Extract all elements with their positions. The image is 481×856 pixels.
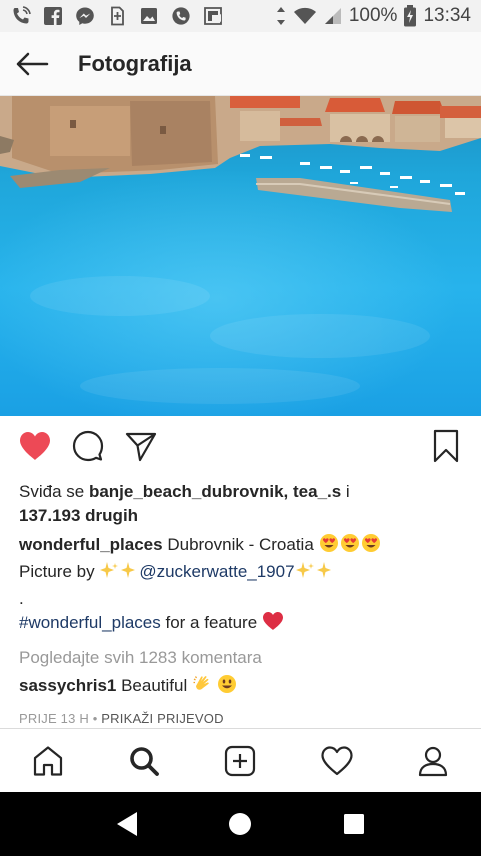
vibrate-icon xyxy=(275,6,287,26)
comment-button[interactable] xyxy=(70,428,106,464)
post-author[interactable]: wonderful_places xyxy=(19,535,163,554)
bottom-nav xyxy=(0,728,481,792)
battery-icon xyxy=(403,5,417,27)
time-ago: PRIJE 13 H xyxy=(19,711,89,726)
likes-count[interactable]: 137.193 drugih xyxy=(19,506,138,525)
heart-filled-icon xyxy=(20,432,50,460)
add-post-icon xyxy=(225,745,256,776)
post-content: Sviđa se banje_beach_dubrovnik, tea_.s i… xyxy=(19,478,464,731)
app-bar: Fotografija xyxy=(0,32,481,96)
image-icon xyxy=(138,5,160,27)
arrow-back-icon xyxy=(16,52,49,75)
clap-emoji xyxy=(192,674,212,701)
comment-user[interactable]: sassychris1 xyxy=(19,676,116,695)
system-back-button[interactable] xyxy=(107,804,147,844)
share-button[interactable] xyxy=(123,428,159,464)
home-icon xyxy=(33,745,63,776)
comment-icon xyxy=(72,430,104,462)
system-recents-button[interactable] xyxy=(334,804,374,844)
whatsapp-icon xyxy=(170,5,192,27)
battery-percent: 100% xyxy=(348,5,398,26)
facebook-icon xyxy=(42,5,64,27)
signal-icon xyxy=(323,6,343,26)
messenger-icon xyxy=(74,5,96,27)
post-photo[interactable] xyxy=(0,96,481,416)
bookmark-icon xyxy=(433,429,459,463)
caption-dot: . xyxy=(19,589,24,608)
nav-profile[interactable] xyxy=(409,737,457,785)
heart-outline-icon xyxy=(321,745,353,775)
send-icon xyxy=(125,432,157,462)
hashtag-link[interactable]: #wonderful_places xyxy=(19,613,161,632)
translate-link[interactable]: PRIKAŽI PRIJEVOD xyxy=(101,711,223,726)
heart-eyes-emoji xyxy=(319,533,381,560)
smile-emoji xyxy=(217,674,237,701)
circle-home-icon xyxy=(229,813,252,835)
red-heart-emoji xyxy=(262,611,284,638)
sim-icon xyxy=(106,5,128,27)
likes-line: Sviđa se banje_beach_dubrovnik, tea_.s i xyxy=(19,482,350,501)
like-button[interactable] xyxy=(17,428,53,464)
sparkles-emoji xyxy=(295,560,335,587)
back-button[interactable] xyxy=(0,32,64,96)
system-nav-bar xyxy=(0,792,481,856)
wifi-calling-icon xyxy=(10,5,32,27)
system-home-button[interactable] xyxy=(220,804,260,844)
save-button[interactable] xyxy=(428,428,464,464)
caption: wonderful_places Dubrovnik - Croatia xyxy=(19,533,464,560)
status-bar: 100% 13:34 xyxy=(0,0,481,32)
nav-new-post[interactable] xyxy=(216,737,264,785)
triangle-back-icon xyxy=(116,812,137,836)
nav-home[interactable] xyxy=(24,737,72,785)
clock-time: 13:34 xyxy=(423,5,471,26)
view-all-comments[interactable]: Pogledajte svih 1283 komentara xyxy=(19,646,464,670)
sparkles-emoji xyxy=(99,560,139,587)
square-recents-icon xyxy=(344,814,365,834)
nav-activity[interactable] xyxy=(313,737,361,785)
search-icon xyxy=(130,746,160,776)
wifi-icon xyxy=(293,6,317,26)
profile-icon xyxy=(418,746,447,776)
flipboard-icon xyxy=(202,5,224,27)
post-actions xyxy=(0,420,481,474)
nav-search[interactable] xyxy=(120,737,168,785)
comment-row: sassychris1 Beautiful xyxy=(19,674,464,701)
mention-link[interactable]: @zuckerwatte_1907 xyxy=(139,562,294,581)
page-title: Fotografija xyxy=(78,50,192,76)
likes-users[interactable]: banje_beach_dubrovnik, tea_.s xyxy=(89,482,341,501)
